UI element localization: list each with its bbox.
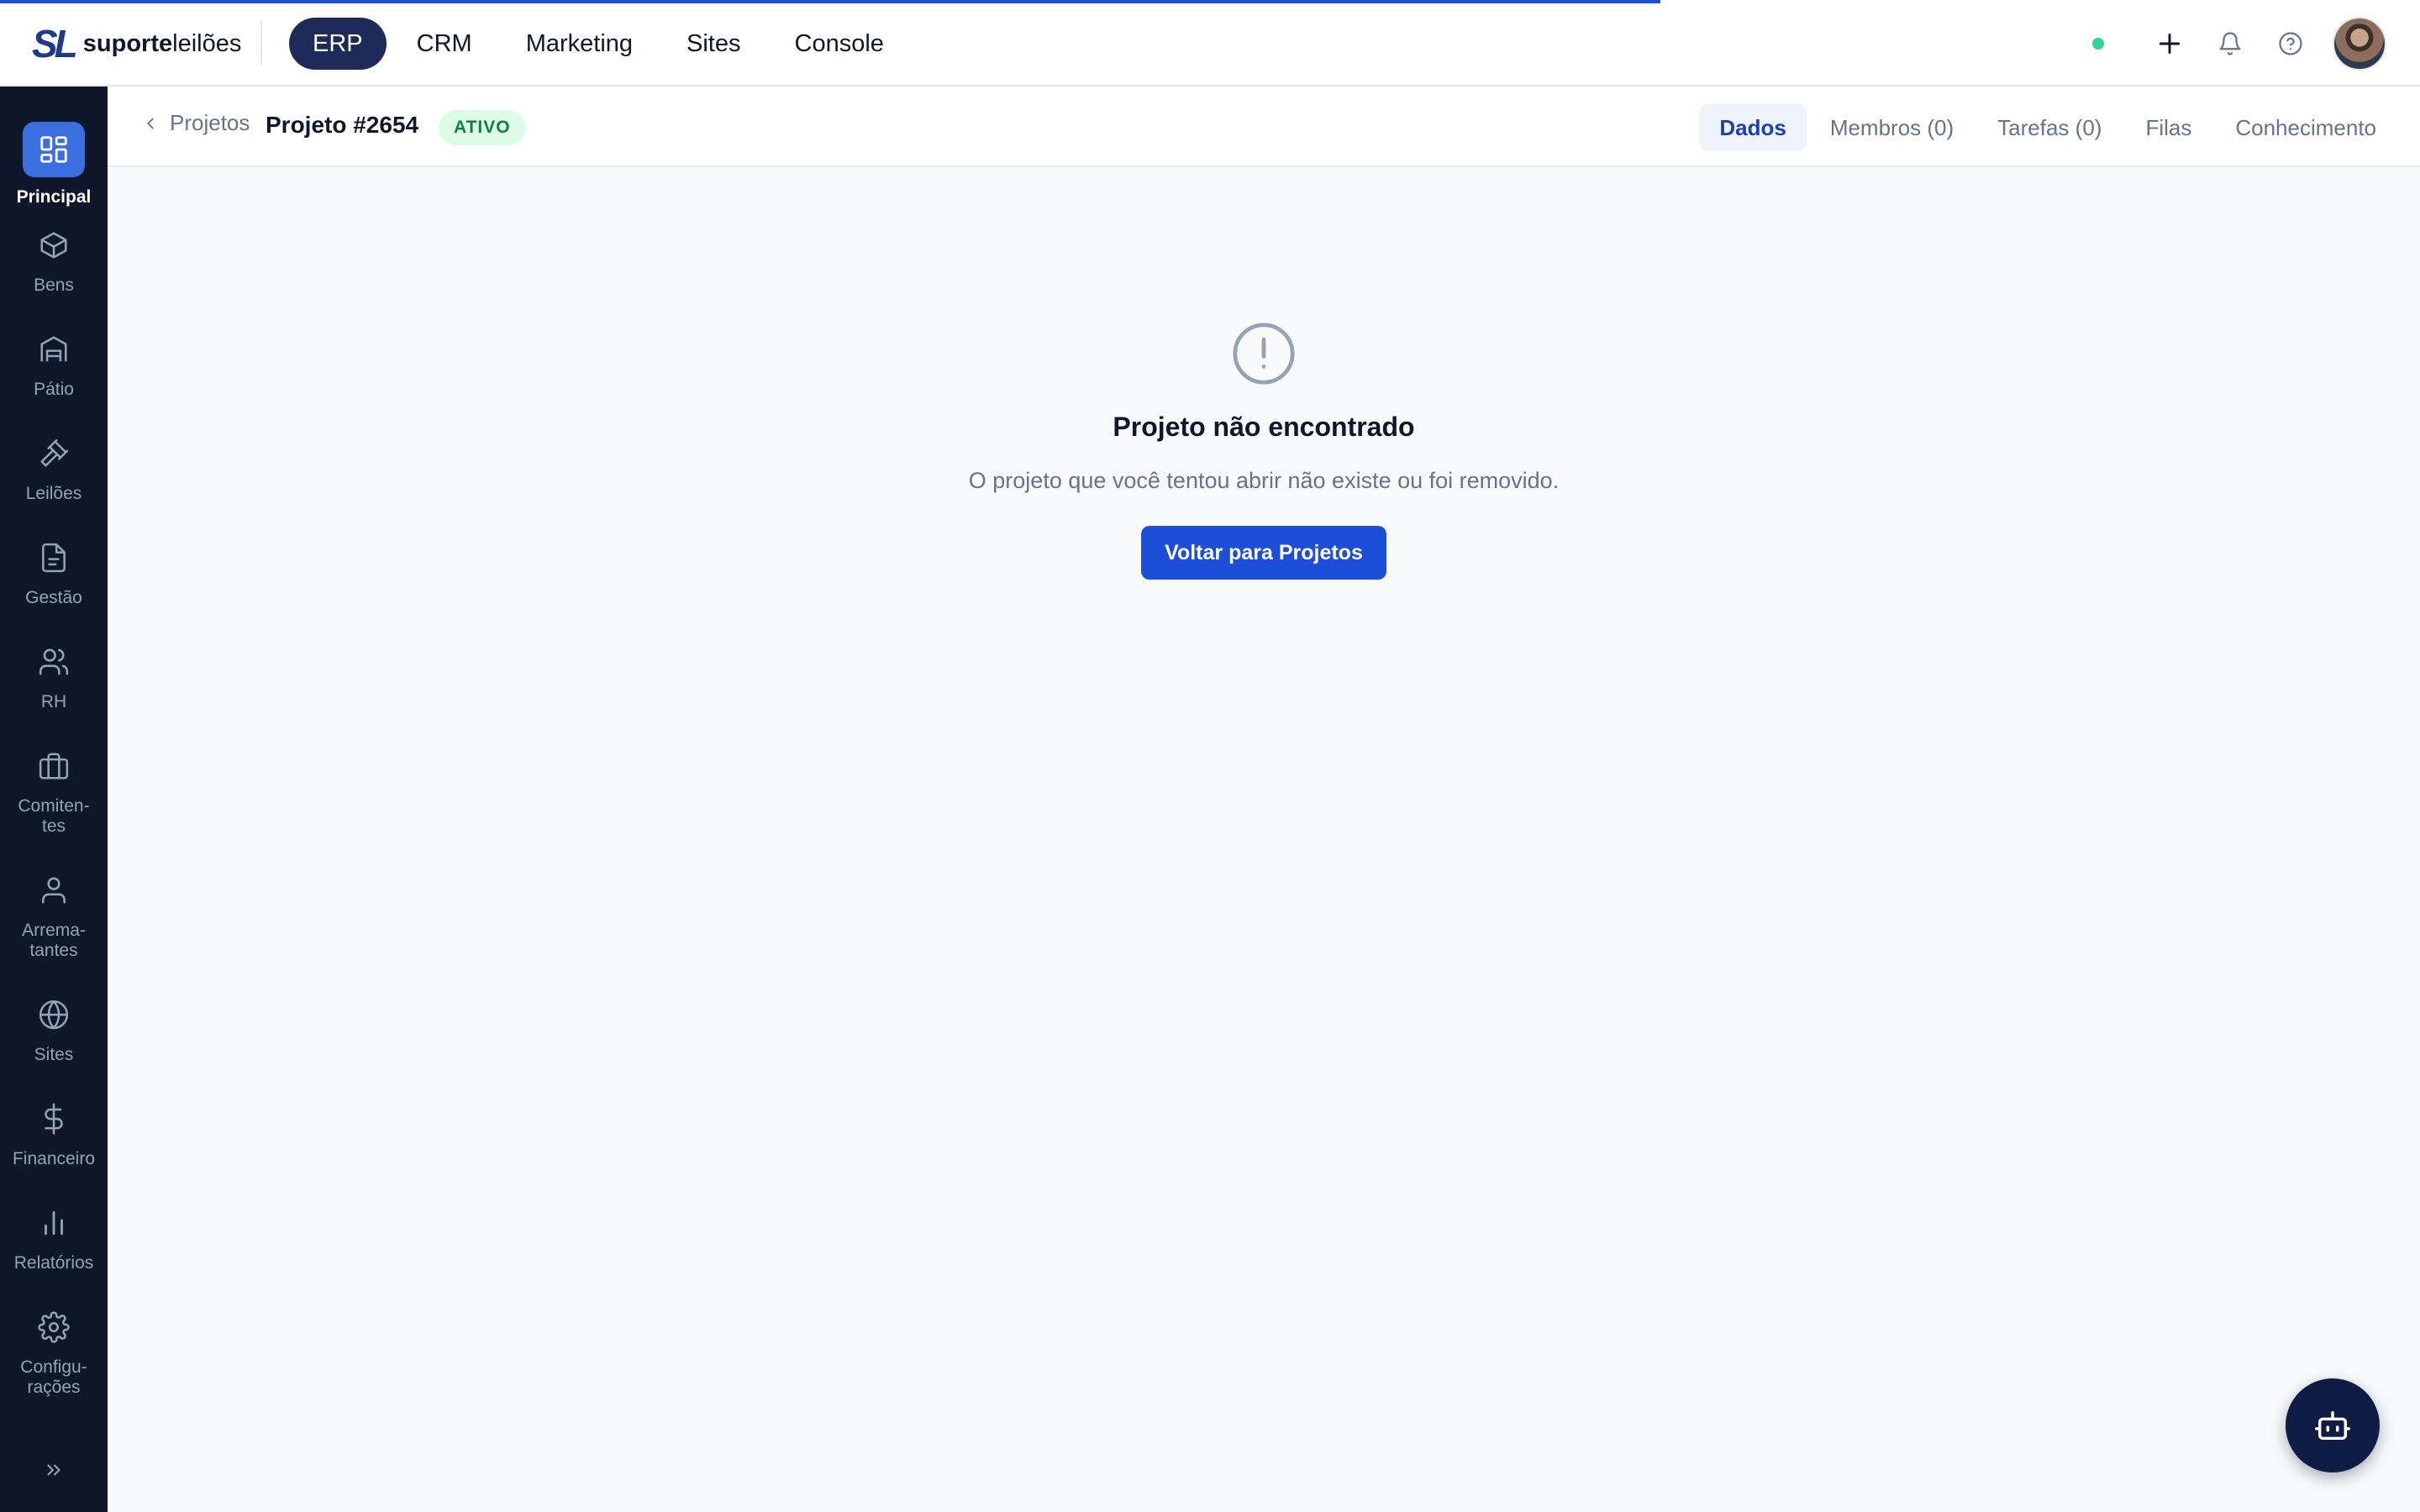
sidebar-item-bens[interactable]: Bens <box>0 225 108 296</box>
top-nav: ERP CRM Marketing Sites Console <box>289 18 908 70</box>
sidebar-item-label: Relatórios <box>13 1253 94 1273</box>
sidebar-item-financeiro[interactable]: Financeiro <box>0 1099 108 1169</box>
breadcrumb-label: Projetos <box>170 110 250 135</box>
top-bar: SL suporteleilões ERP CRM Marketing Site… <box>0 0 2420 87</box>
logo-divider <box>260 20 262 66</box>
sidebar-item-arrematantes[interactable]: Arrema- tantes <box>0 870 108 961</box>
briefcase-icon <box>34 746 74 786</box>
tab-conhecimento[interactable]: Conhecimento <box>2215 104 2396 151</box>
tab-filas[interactable]: Filas <box>2125 104 2212 151</box>
dashboard-icon <box>23 122 85 177</box>
project-tabs: Dados Membros (0) Tarefas (0) Filas Conh… <box>1699 104 2396 151</box>
box-icon <box>34 225 74 265</box>
sidebar-item-label: Comiten- tes <box>18 796 90 836</box>
gear-icon <box>34 1307 74 1347</box>
sidebar-item-label: Pátio <box>34 380 74 399</box>
logo-mark: SL <box>32 22 78 66</box>
globe-icon <box>34 995 74 1035</box>
sidebar-item-sites[interactable]: Sites <box>0 995 108 1065</box>
loading-progress-bar <box>0 0 1660 3</box>
sidebar-item-label: Sites <box>34 1045 74 1064</box>
sidebar-item-configuracoes[interactable]: Configu- rações <box>0 1307 108 1398</box>
logo-text: suporteleilões <box>82 30 242 57</box>
sidebar-expand-icon[interactable] <box>37 1453 71 1487</box>
document-icon <box>34 538 74 578</box>
status-online-dot <box>2092 38 2104 50</box>
empty-state-title: Projeto não encontrado <box>1113 412 1415 442</box>
project-header: Projetos Projeto #2654 ATIVO Dados Membr… <box>108 87 2420 167</box>
plus-icon[interactable] <box>2151 25 2188 62</box>
sidebar-item-rh[interactable]: RH <box>0 642 108 712</box>
top-nav-crm[interactable]: CRM <box>393 18 496 70</box>
chevron-left-icon <box>147 118 154 129</box>
tab-dados[interactable]: Dados <box>1699 104 1807 151</box>
top-nav-marketing[interactable]: Marketing <box>502 18 656 70</box>
gavel-icon <box>34 433 74 474</box>
sidebar-item-principal[interactable]: Principal <box>0 122 108 207</box>
tab-membros[interactable]: Membros (0) <box>1810 104 1974 151</box>
empty-state-description: O projeto que você tentou abrir não exis… <box>968 468 1560 493</box>
sidebar-item-comitentes[interactable]: Comiten- tes <box>0 746 108 837</box>
breadcrumb-back[interactable]: Projetos <box>141 110 250 136</box>
top-nav-console[interactable]: Console <box>771 18 908 70</box>
warehouse-icon <box>34 329 74 370</box>
help-circle-icon[interactable] <box>2272 25 2309 62</box>
dollar-icon <box>34 1099 74 1139</box>
avatar[interactable] <box>2333 17 2386 71</box>
sidebar-item-label: Configu- rações <box>20 1357 87 1397</box>
tab-tarefas[interactable]: Tarefas (0) <box>1977 104 2122 151</box>
sidebar-item-gestao[interactable]: Gestão <box>0 538 108 608</box>
empty-state: Projeto não encontrado O projeto que voc… <box>108 319 2420 580</box>
top-nav-sites[interactable]: Sites <box>663 18 764 70</box>
sidebar-item-label: Gestão <box>25 588 82 607</box>
sidebar-item-label: Bens <box>34 276 74 295</box>
app-logo[interactable]: SL suporteleilões <box>32 24 241 64</box>
sidebar-item-leiloes[interactable]: Leilões <box>0 433 108 504</box>
sidebar: Principal Bens Pátio Leilões Gestão RH C… <box>0 87 108 1512</box>
bot-icon <box>2315 1410 2350 1441</box>
page-title: Projeto #2654 <box>266 112 419 138</box>
sidebar-item-relatorios[interactable]: Relatórios <box>0 1203 108 1273</box>
user-icon <box>34 870 74 911</box>
status-badge: ATIVO <box>439 110 526 145</box>
sidebar-item-label: Financeiro <box>12 1149 96 1168</box>
alert-circle-icon <box>1233 323 1295 385</box>
sidebar-item-label: Arrema- tantes <box>22 921 86 960</box>
users-icon <box>34 642 74 682</box>
sidebar-item-label: RH <box>40 692 67 711</box>
assistant-bot-button[interactable] <box>2286 1378 2380 1473</box>
sidebar-item-patio[interactable]: Pátio <box>0 329 108 400</box>
bell-icon[interactable] <box>2212 25 2249 62</box>
back-to-projects-button[interactable]: Voltar para Projetos <box>1141 526 1386 580</box>
sidebar-item-label: Principal <box>16 187 92 207</box>
top-actions <box>2092 17 2386 71</box>
bar-chart-icon <box>34 1203 74 1243</box>
sidebar-item-label: Leilões <box>25 484 82 503</box>
top-nav-erp[interactable]: ERP <box>289 18 387 70</box>
